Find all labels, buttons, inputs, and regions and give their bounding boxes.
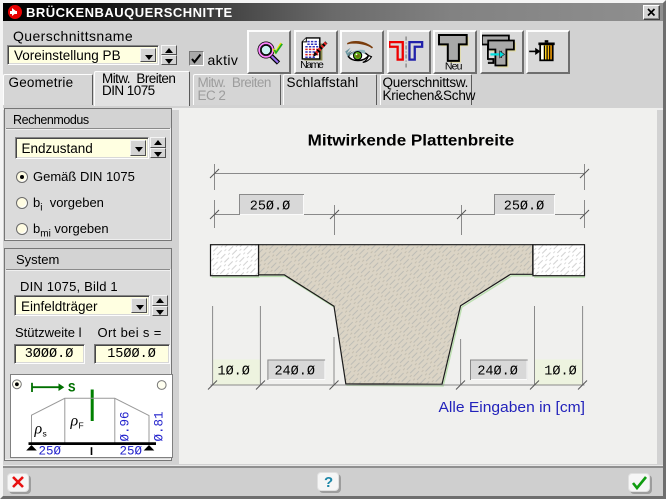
svg-text:24Ø.Ø: 24Ø.Ø [477,365,518,380]
svg-text:1Ø.Ø: 1Ø.Ø [217,365,249,380]
svg-text:F: F [78,421,83,431]
svg-text:Name: Name [300,59,324,71]
svg-text:Neu: Neu [445,60,463,72]
svg-text:25Ø: 25Ø [119,445,142,458]
svg-text:Alle Eingaben in [cm]: Alle Eingaben in [cm] [439,399,586,416]
svg-text:ρ: ρ [69,413,78,430]
svg-text:24Ø.Ø: 24Ø.Ø [274,365,315,380]
svg-text:25Ø.Ø: 25Ø.Ø [250,200,291,215]
svg-text:25Ø: 25Ø [38,445,61,458]
svg-text:25Ø.Ø: 25Ø.Ø [504,200,545,215]
svg-text:?: ? [324,474,333,490]
svg-text:S: S [68,382,76,396]
svg-text:Mitwirkende Plattenbreite: Mitwirkende Plattenbreite [308,133,515,150]
svg-text:1Ø.Ø: 1Ø.Ø [544,365,576,380]
svg-text:ρ: ρ [33,421,42,438]
svg-text:Ø.81: Ø.81 [152,411,166,441]
svg-text:s: s [42,429,46,439]
svg-text:Ø.96: Ø.96 [118,411,132,441]
